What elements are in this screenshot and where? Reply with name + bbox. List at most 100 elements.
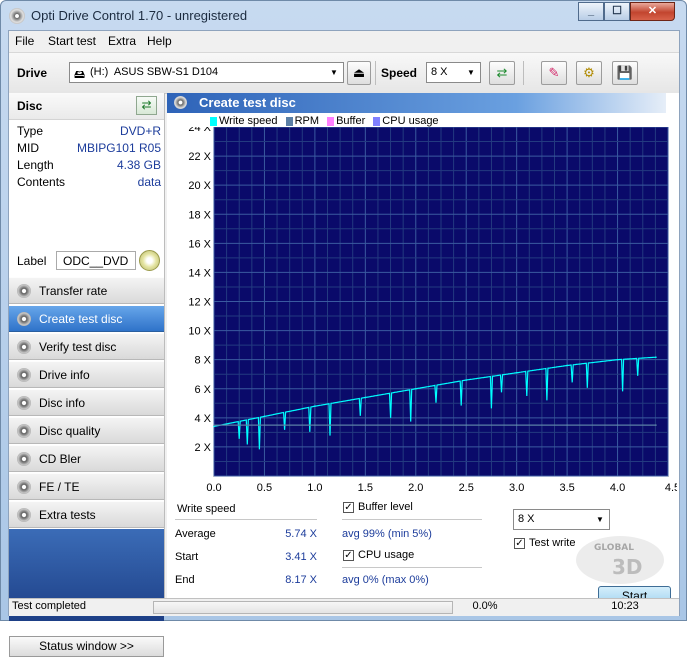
drive-select[interactable]: 🖴 (H:) ASUS SBW-S1 D104 ▼: [69, 62, 344, 83]
settings-button[interactable]: ⚙: [576, 61, 602, 85]
y-tick-label: 10 X: [188, 326, 211, 338]
end-value: 8.17 X: [285, 574, 317, 586]
disc-label-field[interactable]: ODC__DVD: [56, 251, 136, 270]
legend-swatch: [210, 116, 217, 126]
legend-item: Buffer: [327, 115, 365, 127]
y-tick-label: 24 X: [188, 127, 211, 134]
status-text: Test completed: [12, 600, 86, 612]
sidebar: Disc ⇄ Type DVD+R MID MBIPG101 R05 Lengt…: [9, 93, 165, 657]
disc-icon: [17, 508, 31, 522]
edit-label-disc-icon[interactable]: [139, 250, 160, 271]
nav-item-transfer-rate[interactable]: Transfer rate: [9, 277, 164, 304]
status-bar: Test completed 0.0% 10:23: [9, 598, 679, 616]
nav-item-drive-info[interactable]: Drive info: [9, 361, 164, 388]
maximize-button[interactable]: ☐: [604, 2, 630, 21]
disc-info-value: MBIPG101 R05: [76, 141, 161, 155]
title-bar[interactable]: Opti Drive Control 1.70 - unregistered _…: [1, 1, 686, 30]
divider: [342, 567, 482, 568]
x-tick-label: 2.0: [408, 482, 423, 494]
disc-refresh-button[interactable]: ⇄: [136, 96, 157, 115]
data-point: [566, 364, 568, 367]
buffer-level-checkbox[interactable]: ✓: [343, 502, 354, 513]
disc-icon: [17, 284, 31, 298]
nav-item-cd-bler[interactable]: CD Bler: [9, 445, 164, 472]
minimize-button[interactable]: _: [578, 2, 604, 21]
speed-label: Speed: [381, 66, 418, 80]
nav-item-label: Extra tests: [39, 508, 96, 522]
divider: [175, 519, 317, 520]
save-button[interactable]: 💾: [612, 61, 638, 85]
x-tick-label: 3.5: [559, 482, 574, 494]
nav-item-extra-tests[interactable]: Extra tests: [9, 501, 164, 528]
data-point: [263, 415, 266, 418]
speed-select[interactable]: 8 X ▼: [426, 62, 481, 83]
menu-bar: File Start test Extra Help: [9, 31, 679, 51]
client-area: File Start test Extra Help Drive 🖴 (H:) …: [8, 30, 680, 657]
data-point: [314, 405, 316, 408]
app-disc-icon: [9, 8, 25, 24]
data-point: [566, 424, 568, 426]
y-tick-label: 14 X: [188, 267, 211, 279]
x-tick-label: 1.0: [307, 482, 322, 494]
nav-item-disc-info[interactable]: Disc info: [9, 389, 164, 416]
menu-help[interactable]: Help: [147, 34, 172, 48]
floppy-disk-icon: 💾: [616, 65, 634, 80]
buffer-level-label: Buffer level: [358, 501, 413, 513]
disc-info-key: Length: [17, 158, 54, 172]
panel-title: Create test disc: [199, 95, 296, 110]
y-tick-label: 6 X: [194, 384, 211, 396]
legend-swatch: [285, 116, 293, 126]
cpu-usage-value: avg 0% (max 0%): [342, 574, 429, 586]
nav-item-verify-test-disc[interactable]: Verify test disc: [9, 333, 164, 360]
write-speed-chart: 2 X 4 X 6 X 8 X 10 X 12 X 14 X 16 X 18 X 20 X 22 X…: [188, 127, 677, 494]
app-window: Opti Drive Control 1.70 - unregistered _…: [0, 0, 687, 657]
write-speed-select[interactable]: 8 X ▼: [513, 509, 610, 530]
progress-bar: [153, 601, 453, 614]
nav-item-label: Transfer rate: [39, 284, 108, 298]
legend-item: CPU usage: [373, 115, 439, 127]
disc-icon: [17, 312, 31, 326]
nav-item-label: FE / TE: [39, 480, 80, 494]
test-write-checkbox[interactable]: ✓: [514, 538, 525, 549]
divider: [342, 519, 482, 520]
disc-icon: [17, 452, 31, 466]
nav-item-disc-quality[interactable]: Disc quality: [9, 417, 164, 444]
erase-button[interactable]: ✎: [541, 61, 567, 85]
data-point: [414, 424, 417, 426]
disc-label-key: Label: [17, 254, 47, 268]
nav-item-fe-te[interactable]: FE / TE: [9, 473, 164, 500]
toolbar-separator: [523, 61, 524, 85]
y-tick-label: 2 X: [194, 442, 211, 454]
refresh-icon: ⇄: [141, 98, 152, 112]
legend-label: RPM: [294, 115, 320, 127]
refresh-speeds-button[interactable]: ⇄: [489, 61, 515, 85]
disc-info-key: Contents: [17, 175, 66, 189]
menu-extra[interactable]: Extra: [108, 34, 136, 48]
end-label: End: [175, 574, 195, 586]
panel-header: Create test disc: [167, 93, 666, 113]
data-point: [465, 379, 468, 381]
progress-percent: 0.0%: [472, 600, 498, 612]
disc-header: Disc ⇄: [9, 93, 164, 120]
y-tick-label: 8 X: [194, 355, 211, 367]
legend-swatch: [373, 116, 381, 126]
disc-icon: [17, 396, 31, 410]
toolbar: Drive 🖴 (H:) ASUS SBW-S1 D104 ▼ ⏏ Speed …: [9, 52, 679, 94]
disc-label-value: ODC__DVD: [63, 254, 129, 268]
cpu-usage-label: CPU usage: [358, 549, 415, 561]
data-point: [515, 424, 518, 426]
nav-item-create-test-disc[interactable]: Create test disc: [9, 305, 164, 332]
stats-panel: Write speed Average 5.74 X Start 3.41 X …: [167, 500, 679, 607]
main-panel: Create test disc Write speed RPM Buffer …: [167, 93, 679, 607]
drive-select-value: (H:) ASUS SBW-S1 D104: [90, 66, 219, 78]
status-window-button[interactable]: Status window >>: [9, 636, 164, 657]
menu-start-test[interactable]: Start test: [48, 34, 96, 48]
legend-label: CPU usage: [382, 115, 439, 127]
cpu-usage-checkbox[interactable]: ✓: [343, 550, 354, 561]
close-button[interactable]: ✕: [630, 2, 675, 21]
menu-file[interactable]: File: [15, 34, 34, 48]
disc-info-row: Type DVD+R: [17, 124, 161, 140]
data-point: [414, 387, 417, 390]
eject-button[interactable]: ⏏: [347, 61, 371, 85]
x-tick-label: 4.5 GB: [665, 482, 677, 494]
